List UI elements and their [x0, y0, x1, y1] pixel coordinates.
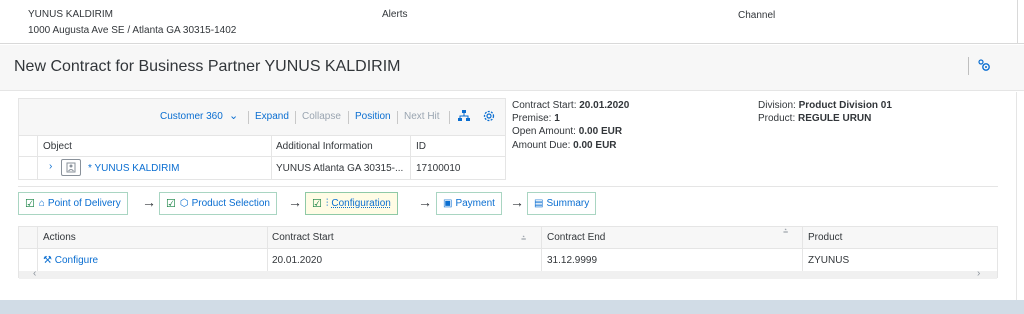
toolbar-separator: [348, 111, 349, 124]
chevron-right-icon[interactable]: ›: [49, 161, 59, 173]
amount-due-label: Amount Due:: [512, 140, 571, 151]
sort-icon[interactable]: ⩮: [521, 233, 526, 244]
column-header-id: ID: [416, 141, 426, 152]
expand-button[interactable]: Expand: [255, 111, 289, 122]
toolbar-separator: [248, 111, 249, 124]
arrow-right-icon: →: [288, 194, 302, 210]
section-divider: [18, 186, 998, 187]
toolbar-separator: [449, 111, 450, 124]
sort-icon[interactable]: ⩮: [783, 226, 788, 237]
position-button[interactable]: Position: [355, 111, 391, 122]
premise-label: Premise:: [512, 113, 552, 124]
step-label: Summary: [546, 198, 590, 209]
column-header-product: Product: [808, 232, 843, 243]
additional-info-cell: YUNUS Atlanta GA 30315-...: [276, 163, 404, 174]
product-icon: ⬡: [179, 198, 189, 209]
column-header-additional-info: Additional Information: [276, 141, 373, 152]
wrench-icon: ⚒: [43, 255, 52, 266]
payment-icon: ▣: [443, 198, 453, 209]
division-value: Product Division 01: [798, 100, 892, 111]
configuration-table-header: Actions Contract Start ⩮ Contract End ⩮ …: [19, 226, 997, 249]
channel-label: Channel: [738, 10, 776, 21]
step-configuration[interactable]: ☑ ⫶ Configuration: [305, 192, 398, 215]
step-product-selection[interactable]: ☑ ⬡ Product Selection: [159, 192, 277, 215]
customer-table-header: Object Additional Information ID: [19, 135, 505, 157]
content-divider: [1016, 92, 1017, 300]
configure-link[interactable]: ⚒ Configure: [43, 255, 98, 266]
arrow-right-icon: →: [510, 194, 524, 210]
partner-name: YUNUS KALDIRIM: [28, 9, 114, 20]
partner-header: YUNUS KALDIRIM 1000 Augusta Ave SE / Atl…: [0, 0, 1024, 44]
contract-end-cell: 31.12.9999: [547, 255, 598, 266]
arrow-right-icon: →: [142, 194, 156, 210]
gear-icon[interactable]: [482, 109, 496, 123]
column-header-actions: Actions: [43, 232, 76, 243]
business-partner-link[interactable]: * YUNUS KALDIRIM: [88, 163, 180, 174]
column-header-contract-start: Contract Start: [272, 232, 334, 243]
sliders-icon: ⫶: [325, 198, 329, 209]
amount-due-info: Amount Due: 0.00 EUR: [512, 140, 617, 151]
step-label: Point of Delivery: [47, 198, 121, 209]
column-header-object: Object: [43, 141, 72, 152]
summary-icon: ▤: [534, 198, 544, 209]
table-row[interactable]: › * YUNUS KALDIRIM YUNUS Atlanta GA 3031…: [19, 157, 505, 179]
chevron-down-icon[interactable]: ⌄: [229, 109, 238, 122]
main-content: Customer 360 ⌄ Expand Collapse Position …: [0, 92, 1024, 300]
scroll-left-icon[interactable]: ‹: [33, 268, 36, 279]
amount-due-value: 0.00 EUR: [573, 140, 617, 151]
division-info: Division: Product Division 01: [758, 100, 892, 111]
hierarchy-icon[interactable]: [457, 109, 471, 123]
step-label: Configuration: [331, 198, 391, 209]
title-divider: [968, 57, 969, 75]
checkbox-checked-icon: ☑: [166, 198, 176, 210]
arrow-right-icon: →: [418, 194, 432, 210]
step-point-of-delivery[interactable]: ☑ ⌂ Point of Delivery: [18, 192, 128, 215]
step-summary[interactable]: ▤ Summary: [527, 192, 597, 215]
scroll-right-icon[interactable]: ›: [977, 268, 980, 279]
step-label: Payment: [455, 198, 495, 209]
open-amount-value: 0.00 EUR: [578, 126, 623, 137]
product-info: Product: REGULE URUN: [758, 113, 871, 124]
step-payment[interactable]: ▣ Payment: [436, 192, 502, 215]
title-bar: New Contract for Business Partner YUNUS …: [0, 45, 1024, 91]
id-cell: 17100010: [416, 163, 461, 174]
checkbox-checked-icon: ☑: [312, 198, 322, 210]
header-divider: [1017, 0, 1018, 44]
product-value: REGULE URUN: [798, 113, 872, 124]
table-row[interactable]: ⚒ Configure 20.01.2020 31.12.9999 ZYUNUS: [19, 249, 997, 273]
toolbar-separator: [295, 111, 296, 124]
checkbox-checked-icon: ☑: [25, 198, 35, 210]
product-label: Product:: [758, 113, 796, 124]
partner-address: 1000 Augusta Ave SE / Atlanta GA 30315-1…: [28, 25, 237, 36]
step-label: Product Selection: [191, 198, 270, 209]
customer-360-panel: Customer 360 ⌄ Expand Collapse Position …: [18, 98, 506, 180]
settings-personalize-icon[interactable]: [975, 57, 993, 75]
alerts-label[interactable]: Alerts: [382, 9, 408, 20]
open-amount-info: Open Amount: 0.00 EUR: [512, 126, 622, 137]
premise-info: Premise: 1: [512, 113, 560, 124]
premise-value: 1: [554, 113, 560, 124]
horizontal-scrollbar[interactable]: ‹ ›: [19, 268, 997, 279]
footer-bar: [0, 300, 1024, 314]
configuration-table: Actions Contract Start ⩮ Contract End ⩮ …: [18, 226, 998, 279]
product-cell: ZYUNUS: [808, 255, 850, 266]
column-header-contract-end: Contract End: [547, 232, 606, 243]
contract-start-label: Contract Start:: [512, 100, 577, 111]
contract-start-cell: 20.01.2020: [272, 255, 323, 266]
collapse-button[interactable]: Collapse: [302, 111, 341, 122]
page-title: New Contract for Business Partner YUNUS …: [14, 58, 401, 75]
next-hit-button[interactable]: Next Hit: [404, 111, 440, 122]
division-label: Division:: [758, 100, 796, 111]
toolbar-separator: [397, 111, 398, 124]
home-icon: ⌂: [38, 198, 45, 209]
open-amount-label: Open Amount:: [512, 126, 576, 137]
contract-start-info: Contract Start: 20.01.2020: [512, 100, 629, 111]
customer-360-dropdown[interactable]: Customer 360: [160, 111, 223, 122]
business-partner-icon: [61, 159, 81, 176]
contract-start-value: 20.01.2020: [579, 100, 630, 111]
configure-label: Configure: [54, 255, 99, 266]
customer-360-toolbar: Customer 360 ⌄ Expand Collapse Position …: [19, 99, 505, 135]
